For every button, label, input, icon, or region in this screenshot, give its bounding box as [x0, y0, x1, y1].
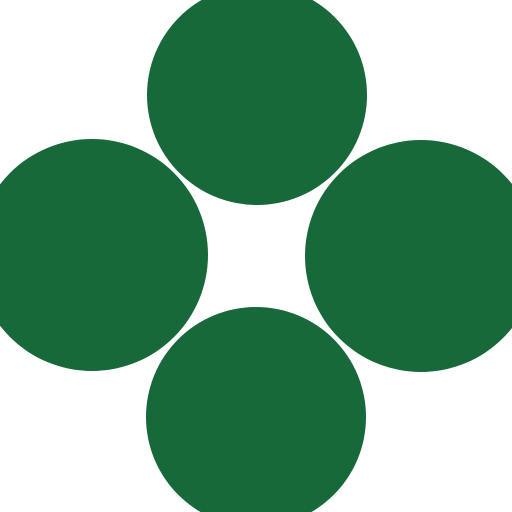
- icon-canvas: [0, 0, 512, 512]
- four-circle-clover-icon: [0, 0, 512, 512]
